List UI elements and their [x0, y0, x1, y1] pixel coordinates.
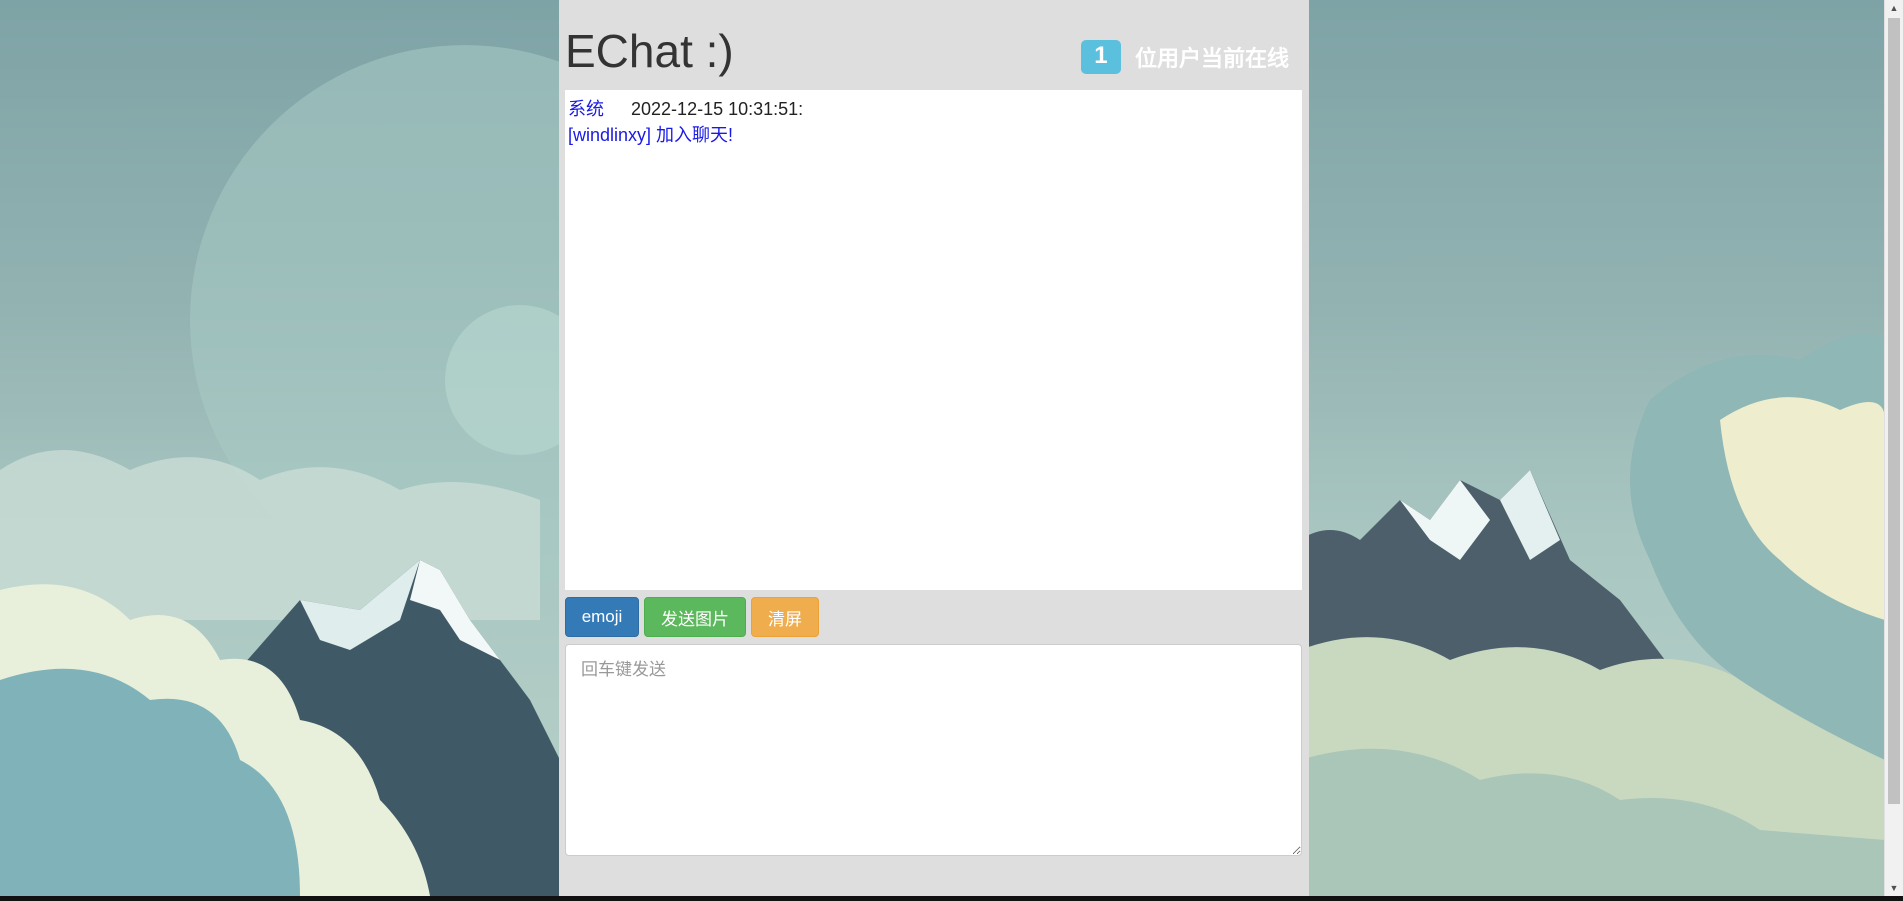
page-scrollbar[interactable]: ▲ ▼ [1884, 0, 1903, 896]
chat-panel: EChat :) 1 位用户当前在线 系统 2022-12-15 10:31:5… [559, 0, 1309, 896]
message-text: [windlinxy] 加入聊天! [568, 125, 734, 145]
app-title: EChat :) [565, 25, 734, 77]
list-item: 系统 2022-12-15 10:31:51: [windlinxy] 加入聊天… [568, 96, 1299, 148]
send-image-button[interactable]: 发送图片 [644, 597, 746, 637]
scrollbar-thumb[interactable] [1888, 18, 1900, 804]
scroll-down-icon[interactable]: ▼ [1885, 880, 1903, 896]
clear-screen-button[interactable]: 清屏 [751, 597, 819, 637]
message-toolbar: emoji 发送图片 清屏 [565, 597, 819, 637]
bottom-edge [0, 896, 1903, 901]
online-users-label: 位用户当前在线 [1134, 46, 1289, 71]
message-timestamp: 2022-12-15 10:31:51: [631, 99, 804, 119]
message-sender: 系统 [568, 99, 604, 119]
online-users-indicator: 1 位用户当前在线 [1080, 40, 1289, 74]
message-header: 系统 2022-12-15 10:31:51: [568, 96, 1299, 122]
scroll-up-icon[interactable]: ▲ [1885, 0, 1903, 16]
emoji-button[interactable]: emoji [565, 597, 639, 637]
online-count-badge: 1 [1080, 40, 1121, 74]
message-list[interactable]: 系统 2022-12-15 10:31:51: [windlinxy] 加入聊天… [565, 90, 1302, 590]
message-input[interactable] [565, 644, 1302, 856]
